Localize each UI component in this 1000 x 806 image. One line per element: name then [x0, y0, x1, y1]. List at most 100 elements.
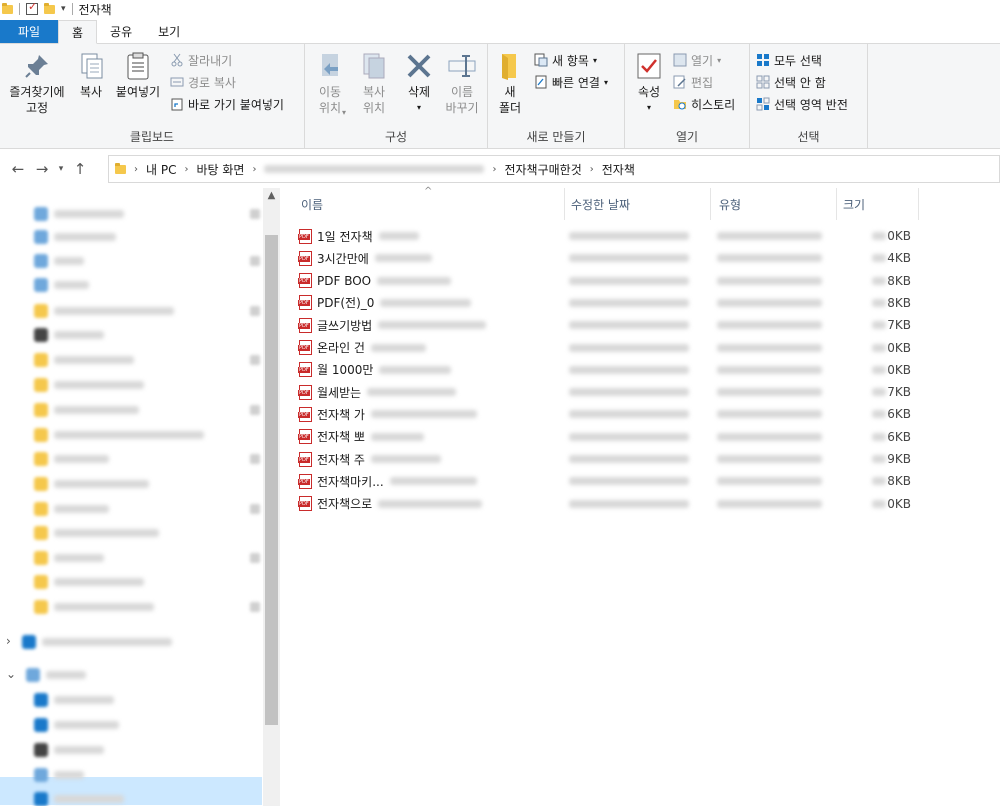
properties-button[interactable]: 속성 ▾: [629, 50, 669, 116]
new-folder-button[interactable]: 새 폴더: [492, 50, 528, 116]
up-arrow-icon[interactable]: ↑: [68, 160, 92, 178]
edit-button[interactable]: 편집: [673, 72, 713, 92]
file-row[interactable]: 1일 전자책 0KB: [298, 225, 919, 247]
file-row[interactable]: 전자책으로 0KB: [298, 493, 919, 515]
cut-button[interactable]: 잘라내기: [170, 50, 232, 70]
nav-item-icon: [34, 743, 48, 757]
nav-item[interactable]: [34, 399, 139, 421]
nav-item[interactable]: [34, 349, 134, 371]
properties-label: 속성: [637, 85, 661, 99]
nav-item[interactable]: [34, 473, 149, 495]
back-arrow-icon[interactable]: ←: [6, 160, 30, 178]
file-date-redacted: [569, 296, 699, 310]
file-size: 6KB: [835, 430, 911, 444]
column-header-name[interactable]: 이름: [293, 188, 565, 220]
file-row[interactable]: 월 1000만 0KB: [298, 359, 919, 381]
breadcrumb-redacted[interactable]: [264, 165, 485, 173]
nav-item[interactable]: [34, 596, 154, 618]
file-row[interactable]: 전자책 가 6KB: [298, 403, 919, 425]
file-row[interactable]: 글쓰기방법 7KB: [298, 314, 919, 336]
file-row[interactable]: 전자책마키... 8KB: [298, 470, 919, 492]
quick-access-toolbar: ▾: [0, 0, 73, 15]
pdf-icon: [298, 295, 312, 311]
copy-path-button[interactable]: 경로 복사: [170, 72, 236, 92]
file-size: 0KB: [835, 363, 911, 377]
file-row[interactable]: 전자책 뽀 6KB: [298, 426, 919, 448]
scroll-up-icon[interactable]: ▲: [263, 190, 280, 207]
pin-icon: [250, 553, 260, 563]
file-row[interactable]: PDF BOO 8KB: [298, 270, 919, 292]
delete-button[interactable]: 삭제 ▾: [401, 50, 437, 116]
properties-check-icon[interactable]: [26, 0, 38, 15]
nav-item-label-redacted: [54, 746, 104, 754]
file-row[interactable]: 3시간만에 4KB: [298, 247, 919, 269]
recent-locations-chevron-icon[interactable]: ▾: [54, 164, 68, 174]
open-button[interactable]: 열기 ▾: [673, 50, 721, 70]
chevron-down-icon[interactable]: ⌄: [6, 663, 16, 685]
nav-item[interactable]: [34, 764, 84, 786]
new-folder-icon[interactable]: [44, 2, 55, 14]
breadcrumb-this-pc[interactable]: 내 PC: [146, 161, 176, 178]
nav-scroll-thumb[interactable]: [265, 235, 278, 725]
nav-item[interactable]: [34, 203, 124, 225]
breadcrumb-purchased[interactable]: 전자책구매한것: [504, 161, 581, 178]
select-none-button[interactable]: 선택 안 함: [756, 72, 826, 92]
nav-item[interactable]: [34, 448, 109, 470]
paste-button[interactable]: 붙여넣기: [112, 50, 164, 100]
copy-to-button[interactable]: 복사 위치: [353, 50, 395, 116]
column-header-date[interactable]: 수정한 날짜: [563, 188, 711, 220]
chevron-right-icon[interactable]: ›: [6, 630, 11, 652]
breadcrumb-ebook[interactable]: 전자책: [602, 161, 635, 178]
tab-view[interactable]: 보기: [145, 20, 193, 43]
file-date-redacted: [569, 274, 699, 288]
address-bar[interactable]: › 내 PC › 바탕 화면 › › 전자책구매한것 › 전자책: [108, 155, 1000, 183]
tab-home[interactable]: 홈: [58, 20, 98, 44]
column-header-size[interactable]: 크기: [835, 188, 919, 220]
nav-item[interactable]: [34, 714, 119, 736]
nav-item[interactable]: [34, 547, 104, 569]
file-row[interactable]: PDF(전)_0 8KB: [298, 292, 919, 314]
pin-to-quick-access-button[interactable]: 즐겨찾기에 고정: [4, 50, 70, 116]
easy-access-button[interactable]: 빠른 연결 ▾: [534, 72, 608, 92]
invert-selection-button[interactable]: 선택 영역 반전: [756, 94, 848, 114]
ribbon: 즐겨찾기에 고정 복사 붙여넣기 잘라내기 경로 복사 바로 가기 붙여넣기 클…: [0, 44, 1000, 149]
select-all-button[interactable]: 모두 선택: [756, 50, 822, 70]
nav-item[interactable]: [34, 250, 84, 272]
copy-to-icon: [358, 50, 390, 82]
pdf-icon: [298, 250, 312, 266]
file-type-redacted: [717, 407, 827, 421]
nav-item[interactable]: [34, 274, 89, 296]
new-item-button[interactable]: 새 항목 ▾: [534, 50, 597, 70]
copy-button[interactable]: 복사: [74, 50, 108, 100]
column-header-type[interactable]: 유형: [711, 188, 837, 220]
new-group-label: 새로 만들기: [526, 130, 586, 144]
breadcrumb-desktop[interactable]: 바탕 화면: [196, 161, 244, 178]
nav-item[interactable]: [34, 300, 174, 322]
rename-button[interactable]: 이름 바꾸기: [441, 50, 483, 116]
nav-item[interactable]: [34, 522, 159, 544]
paste-shortcut-button[interactable]: 바로 가기 붙여넣기: [170, 94, 284, 114]
nav-item[interactable]: [34, 739, 104, 761]
nav-scrollbar[interactable]: ▲: [263, 188, 280, 806]
tab-share[interactable]: 공유: [97, 20, 145, 43]
nav-item[interactable]: [34, 498, 109, 520]
nav-item[interactable]: [34, 424, 204, 446]
customize-dropdown-icon[interactable]: ▾: [61, 4, 66, 14]
file-row[interactable]: 온라인 건 0KB: [298, 337, 919, 359]
nav-item[interactable]: [34, 571, 144, 593]
nav-item[interactable]: [34, 689, 114, 711]
file-name: 전자책 가: [317, 407, 365, 422]
file-row[interactable]: 전자책 주 9KB: [298, 448, 919, 470]
nav-item[interactable]: [34, 788, 124, 806]
nav-item[interactable]: [34, 226, 116, 248]
history-button[interactable]: 히스토리: [673, 94, 735, 114]
forward-arrow-icon[interactable]: →: [30, 160, 54, 178]
nav-item[interactable]: [34, 324, 104, 346]
nav-item[interactable]: [34, 374, 144, 396]
nav-item[interactable]: [26, 664, 86, 686]
tab-file[interactable]: 파일: [0, 20, 58, 43]
file-row[interactable]: 월세받는 7KB: [298, 381, 919, 403]
pin-icon: [250, 454, 260, 464]
nav-item[interactable]: [22, 631, 172, 653]
move-to-button[interactable]: 이동 위치 ▾: [309, 50, 351, 117]
